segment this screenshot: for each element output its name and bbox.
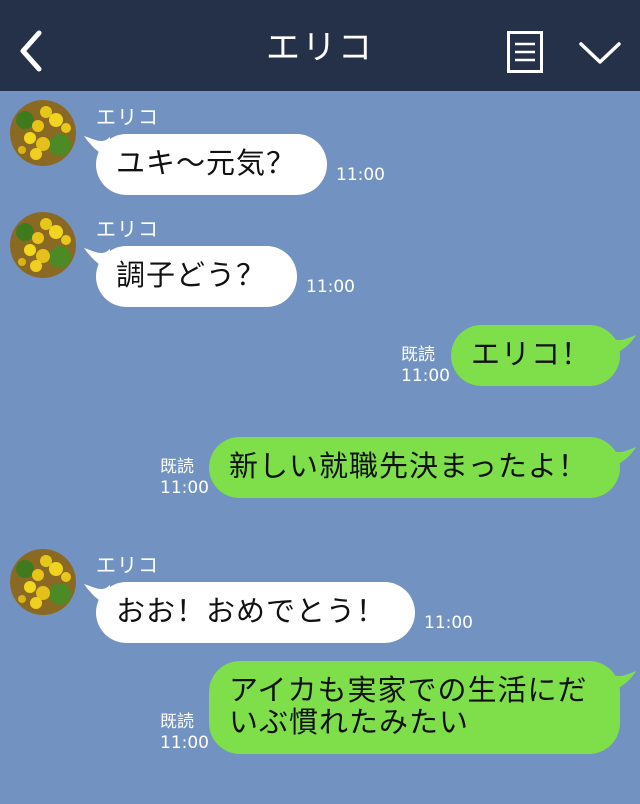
sender-name: エリコ [96, 217, 159, 241]
sender-name: エリコ [96, 105, 159, 129]
message-line: アイカも実家での生活にだ [229, 673, 588, 707]
avatar[interactable] [10, 100, 76, 166]
document-menu-icon[interactable] [507, 31, 543, 73]
read-label: 既読 [401, 345, 435, 365]
chevron-down-icon[interactable] [578, 40, 622, 68]
bubble-tail [610, 447, 636, 467]
message-time: 11:00 [424, 613, 473, 633]
message-line: いぶ慣れたみたい [229, 705, 470, 739]
message-bubble-outgoing[interactable]: エリコ！ [451, 325, 620, 386]
read-status: 既読 11:00 [160, 457, 209, 499]
sender-name: エリコ [96, 553, 159, 577]
bubble-tail [610, 671, 636, 691]
message-time: 11:00 [336, 165, 385, 185]
avatar[interactable] [10, 549, 76, 615]
read-status: 既読 11:00 [401, 345, 450, 387]
chat-header: エリコ [0, 0, 640, 91]
bubble-tail [610, 335, 636, 355]
message-bubble-incoming[interactable]: ユキ〜元気？ [96, 134, 327, 195]
message-bubble-incoming[interactable]: 調子どう？ [96, 246, 297, 307]
message-time: 11:00 [306, 277, 355, 297]
message-bubble-incoming[interactable]: おお！おめでとう！ [96, 582, 415, 643]
back-icon[interactable] [17, 29, 57, 73]
avatar[interactable] [10, 212, 76, 278]
read-status: 既読 11:00 [160, 712, 209, 754]
read-label: 既読 [160, 712, 194, 732]
message-time: 11:00 [160, 478, 209, 498]
chat-title: エリコ [266, 28, 374, 68]
message-bubble-outgoing[interactable]: アイカも実家での生活にだ いぶ慣れたみたい [209, 661, 620, 754]
message-time: 11:00 [160, 733, 209, 753]
message-time: 11:00 [401, 366, 450, 386]
message-bubble-outgoing[interactable]: 新しい就職先決まったよ！ [209, 437, 620, 498]
read-label: 既読 [160, 457, 194, 477]
